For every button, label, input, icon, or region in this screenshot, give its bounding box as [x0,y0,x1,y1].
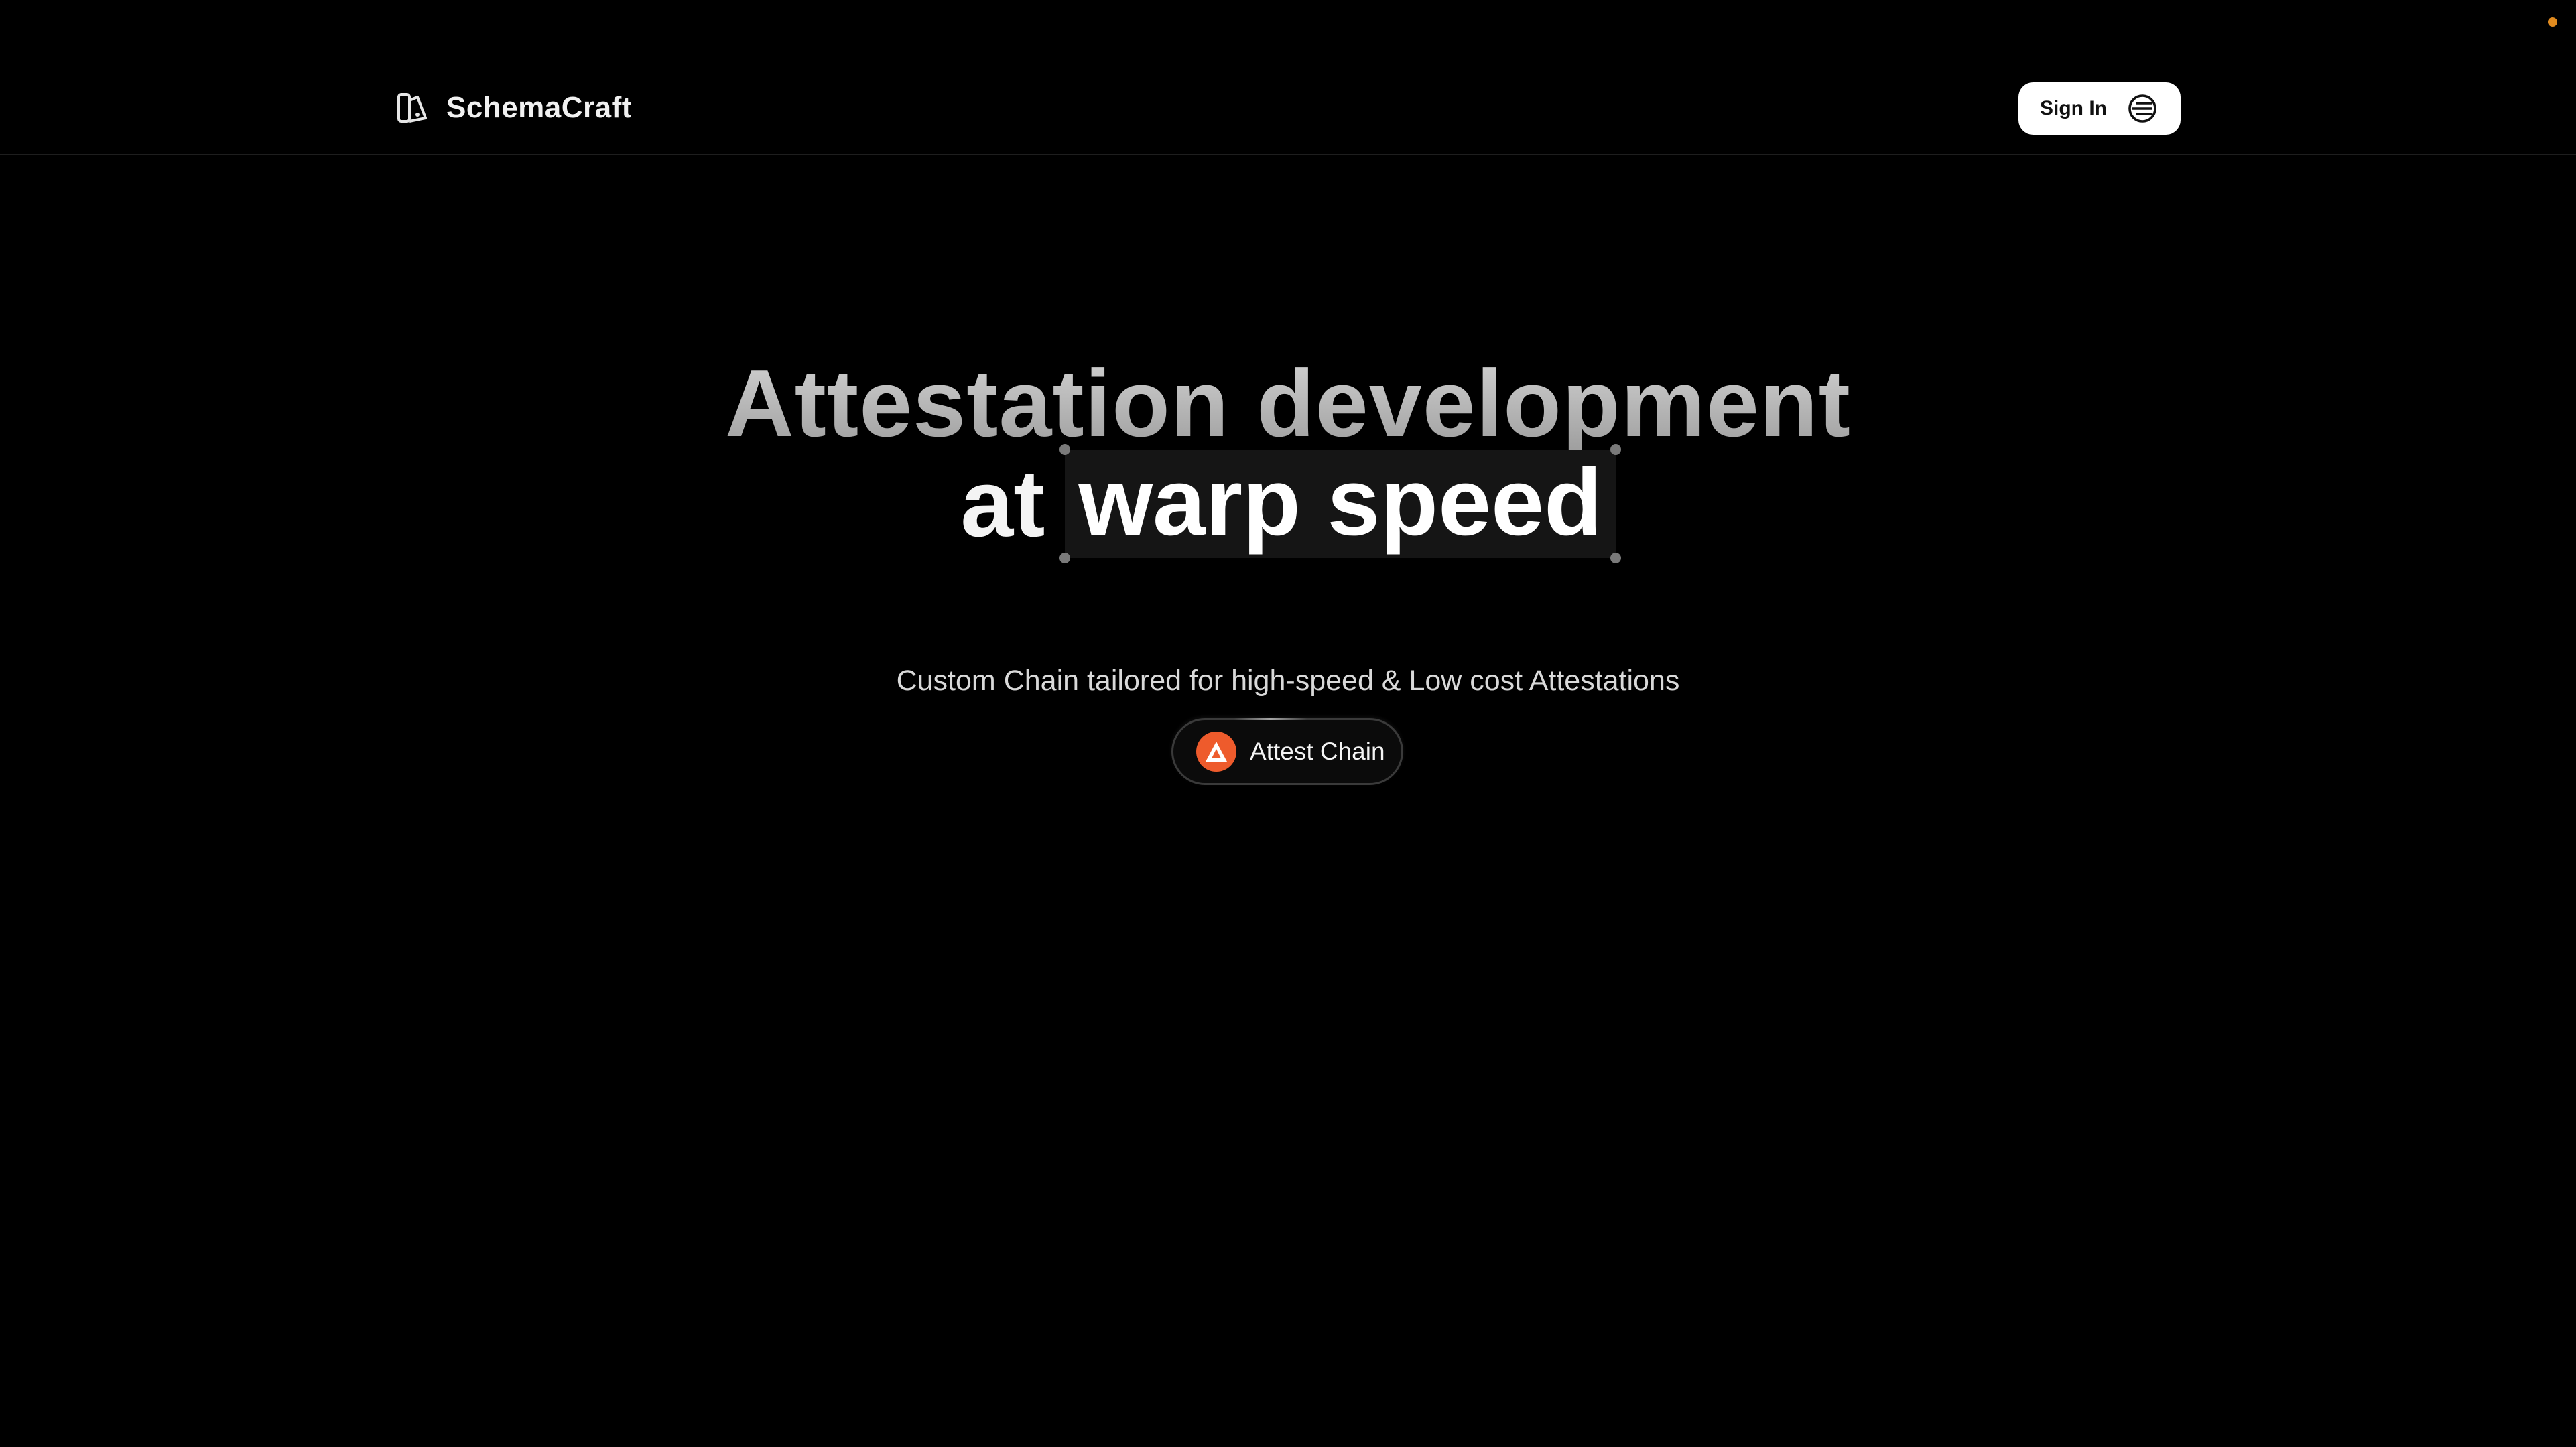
sign-in-label: Sign In [2040,97,2107,119]
hero-highlight-box: warp speed [1059,444,1621,563]
selection-handle-top-left [1059,444,1071,455]
attest-chain-label: Attest Chain [1250,738,1385,765]
hero-headline-prefix: at [960,450,1045,557]
schema-logo-icon [394,90,430,126]
hero-highlight-text: warp speed [1078,449,1602,555]
attest-chain-button[interactable]: Attest Chain [1171,718,1403,785]
hero-headline-line2: at warp speed [0,444,2576,563]
brand-name: SchemaCraft [446,91,632,124]
attest-chain-icon [1196,732,1236,772]
hero-headline-line1: Attestation development [0,354,2576,454]
selection-handle-bottom-right [1610,553,1621,563]
hero-subtitle: Custom Chain tailored for high-speed & L… [896,665,1680,697]
landing-page: SchemaCraft Sign In Attestation developm… [0,0,2576,1447]
selection-handle-top-right [1610,444,1621,455]
sign-in-button[interactable]: Sign In [2018,82,2181,135]
brand-link[interactable]: SchemaCraft [394,84,632,131]
top-navbar: SchemaCraft Sign In [0,0,2576,155]
wallet-connect-icon [2126,92,2159,125]
selection-handle-bottom-left [1059,553,1071,563]
